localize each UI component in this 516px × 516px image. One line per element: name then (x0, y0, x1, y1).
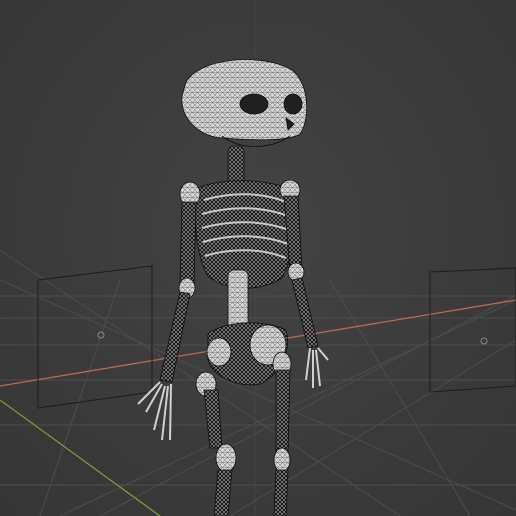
forearm-left (159, 291, 191, 383)
forearm-right (291, 277, 319, 349)
hand-right (305, 347, 329, 388)
femur-right (275, 369, 291, 453)
tibia-right (273, 469, 289, 516)
femur-left (203, 389, 223, 449)
y-axis-line (0, 399, 161, 516)
viewport-scene[interactable] (0, 0, 516, 516)
knee-left (215, 443, 237, 473)
hand-left (137, 381, 172, 441)
camera-object-left[interactable] (37, 265, 153, 409)
3d-viewport[interactable] (0, 0, 516, 516)
camera-object-right[interactable] (429, 267, 516, 393)
skeleton-mesh[interactable] (137, 59, 329, 516)
knee-right (273, 447, 291, 473)
upper-arm-left (179, 201, 197, 285)
eye-socket-left (239, 93, 269, 115)
eye-socket-right (283, 93, 303, 115)
tibia-left (213, 469, 233, 516)
